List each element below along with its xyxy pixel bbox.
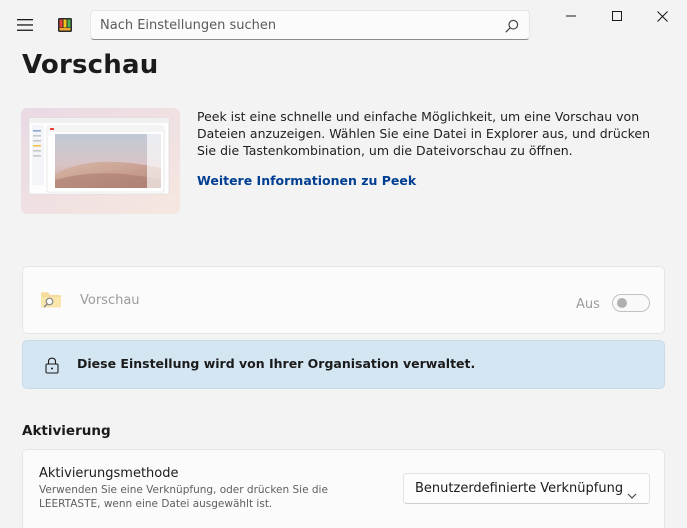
activation-section-header: Aktivierung — [22, 423, 111, 439]
peek-hero-image — [21, 108, 180, 214]
minimize-icon — [566, 15, 576, 17]
lock-icon — [45, 357, 59, 374]
maximize-icon — [612, 11, 622, 21]
policy-info-bar: Diese Einstellung wird von Ihrer Organis… — [22, 340, 665, 389]
toggle-state-label: Aus — [576, 297, 600, 312]
preview-toggle-switch[interactable] — [612, 294, 650, 312]
title-bar — [0, 0, 687, 48]
preview-label: Vorschau — [80, 293, 140, 308]
hamburger-menu-icon[interactable] — [12, 14, 38, 36]
activation-method-title: Aktivierungsmethode — [39, 466, 179, 481]
search-input[interactable] — [91, 11, 491, 39]
minimize-button[interactable] — [551, 4, 591, 28]
peek-description: Peek ist eine schnelle und einfache Mögl… — [197, 109, 651, 158]
activation-method-description: Verwenden Sie eine Verknüpfung, oder drü… — [39, 484, 328, 510]
close-button[interactable] — [642, 4, 682, 28]
policy-info-text: Diese Einstellung wird von Ihrer Organis… — [77, 356, 476, 371]
dropdown-selected-value: Benutzerdefinierte Verknüpfung — [415, 481, 624, 496]
page-title: Vorschau — [22, 50, 159, 80]
preview-setting-card: Vorschau Aus — [22, 266, 665, 334]
activation-method-card: Aktivierungsmethode Verwenden Sie eine V… — [22, 449, 665, 528]
maximize-button[interactable] — [597, 4, 637, 28]
toggle-knob — [617, 298, 627, 308]
learn-more-link[interactable]: Weitere Informationen zu Peek — [197, 173, 416, 188]
chevron-down-icon — [627, 485, 637, 499]
powertoys-app-icon — [57, 17, 73, 33]
search-box[interactable] — [90, 10, 530, 40]
peek-folder-icon — [40, 291, 62, 309]
activation-method-dropdown[interactable]: Benutzerdefinierte Verknüpfung — [403, 473, 650, 504]
search-icon[interactable] — [505, 18, 519, 33]
close-icon — [656, 10, 668, 22]
